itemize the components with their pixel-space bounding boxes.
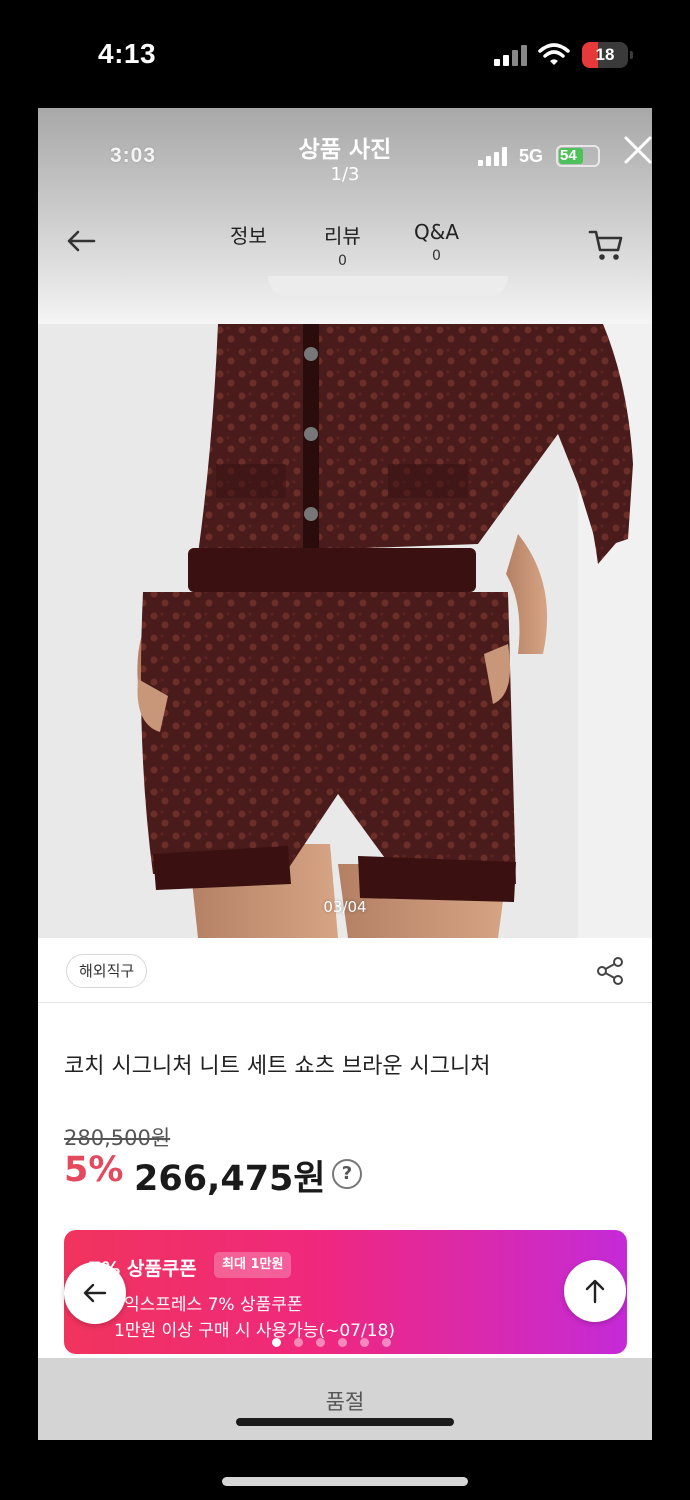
home-indicator[interactable] <box>222 1477 468 1486</box>
wifi-icon <box>538 43 570 65</box>
back-arrow-icon[interactable] <box>64 226 100 256</box>
discount-rate: 5% <box>64 1150 124 1190</box>
product-title: 코치 시그니처 니트 세트 쇼츠 브라운 시그니처 <box>64 1054 491 1079</box>
soldout-label: 품절 <box>325 1390 365 1414</box>
arrow-up-icon <box>585 1279 605 1304</box>
scroll-top-button[interactable] <box>564 1260 626 1322</box>
inner-home-indicator <box>236 1418 454 1426</box>
pagination-dot[interactable] <box>316 1338 325 1347</box>
overseas-direct-badge: 해외직구 <box>66 954 148 988</box>
inner-battery-icon: 54 <box>556 145 600 167</box>
pagination-dot[interactable] <box>382 1338 391 1347</box>
clipped-search-pill <box>268 276 508 296</box>
knit-set-photo <box>38 324 652 938</box>
banner-pagination <box>272 1332 404 1347</box>
tab-qna-count: 0 <box>432 248 441 264</box>
device-status-bar: 4:13 18 <box>0 0 690 108</box>
photo-viewer-counter: 1/3 <box>330 164 360 185</box>
cellular-signal-icon <box>494 44 528 66</box>
coupon-description: 익스프레스 7% 상품쿠폰 <box>124 1295 303 1315</box>
inner-signal-icon <box>478 146 512 166</box>
pagination-dot[interactable] <box>294 1338 303 1347</box>
sale-price: 266,475원 <box>134 1159 326 1199</box>
tab-info-label: 정보 <box>230 224 267 248</box>
app-screen: 03/04 3:03 상품 사진 1/3 5G 54 정보 리뷰 0 Q&A 0 <box>38 108 652 1440</box>
tab-info[interactable]: 정보 <box>230 220 267 249</box>
original-price: 280,500원 <box>64 1126 171 1150</box>
tab-reviews-label: 리뷰 <box>324 224 361 248</box>
network-type: 5G <box>519 146 544 166</box>
coupon-max-tag: 최대 1만원 <box>214 1252 292 1278</box>
device-clock: 4:13 <box>98 38 157 69</box>
battery-icon: 18 <box>582 42 633 68</box>
tab-qna[interactable]: Q&A 0 <box>414 220 459 264</box>
tab-reviews[interactable]: 리뷰 0 <box>324 220 361 269</box>
tab-reviews-count: 0 <box>337 253 347 269</box>
arrow-left-icon <box>83 1283 107 1303</box>
price-help-icon[interactable]: ? <box>332 1159 362 1189</box>
product-image[interactable] <box>38 324 652 938</box>
pagination-dot[interactable] <box>272 1338 281 1347</box>
photo-viewer-header: 3:03 상품 사진 1/3 5G 54 정보 리뷰 0 Q&A 0 <box>38 108 652 324</box>
pagination-dot[interactable] <box>338 1338 347 1347</box>
image-counter: 03/04 <box>323 898 367 916</box>
inner-battery-level: 54 <box>560 147 577 164</box>
share-icon[interactable] <box>596 956 624 986</box>
close-icon[interactable] <box>622 134 652 166</box>
prev-photo-button[interactable] <box>64 1262 126 1324</box>
cart-icon[interactable] <box>588 228 624 262</box>
underlying-header-strip <box>38 276 652 324</box>
pagination-dot[interactable] <box>360 1338 369 1347</box>
tab-qna-label: Q&A <box>414 220 460 244</box>
section-divider <box>38 1002 652 1003</box>
battery-level: 18 <box>595 45 615 64</box>
